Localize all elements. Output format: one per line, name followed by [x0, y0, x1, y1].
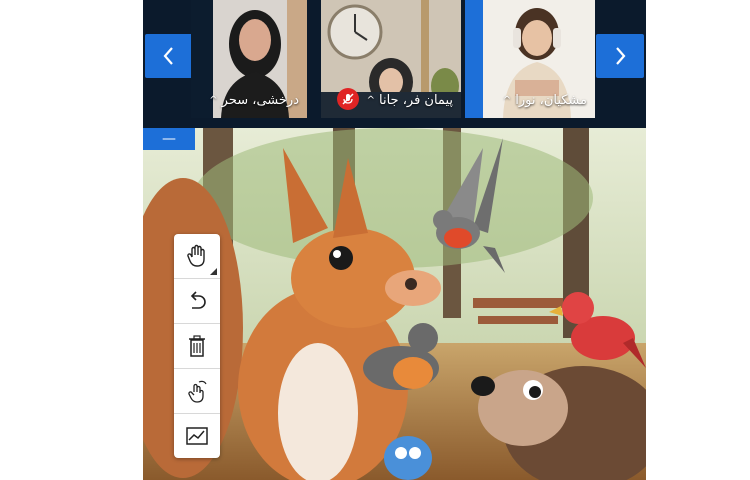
caret-icon[interactable]: ^ — [367, 95, 375, 106]
participant-tile-3[interactable]: درخشی، سحر ^ — [191, 0, 307, 118]
chevron-right-icon — [616, 47, 626, 65]
participant-name-3: درخشی، سحر ^ — [209, 93, 299, 108]
chevron-left-icon — [163, 47, 173, 65]
prev-participants-button[interactable] — [145, 34, 193, 78]
trash-icon — [189, 335, 205, 357]
participant-name-1: مشکیان، نورا ^ — [503, 93, 587, 108]
hand-icon — [187, 244, 205, 267]
participant-label: پیمان فر، جانا — [379, 93, 453, 108]
pointer-gesture-icon — [188, 380, 207, 403]
annotation-toolbar — [174, 234, 220, 458]
chart-tool-button[interactable] — [174, 414, 220, 458]
next-participants-button[interactable] — [596, 34, 644, 78]
submenu-indicator-icon — [210, 268, 217, 275]
participant-name-2: پیمان فر، جانا ^ — [367, 93, 453, 108]
chart-icon — [186, 427, 208, 445]
participant-tile-1[interactable]: مشکیان، نورا ^ — [465, 0, 595, 118]
undo-button[interactable] — [174, 279, 220, 324]
hand-tool-button[interactable] — [174, 234, 220, 279]
participant-strip: درخشی، سحر ^ پیمان فر، جانا ^ مشکیان، نو… — [143, 0, 646, 128]
participant-tile-2[interactable]: پیمان فر، جانا ^ — [321, 0, 461, 118]
mic-muted-icon — [337, 88, 359, 110]
pointer-gesture-button[interactable] — [174, 369, 220, 414]
participant-label: مشکیان، نورا — [515, 93, 587, 108]
caret-icon[interactable]: ^ — [209, 95, 217, 106]
caret-icon[interactable]: ^ — [503, 95, 511, 106]
collapse-label: — — [162, 131, 176, 147]
delete-button[interactable] — [174, 324, 220, 369]
collapse-strip-button[interactable]: — — [143, 128, 195, 150]
participant-label: درخشی، سحر — [221, 93, 299, 108]
undo-icon — [190, 291, 206, 309]
